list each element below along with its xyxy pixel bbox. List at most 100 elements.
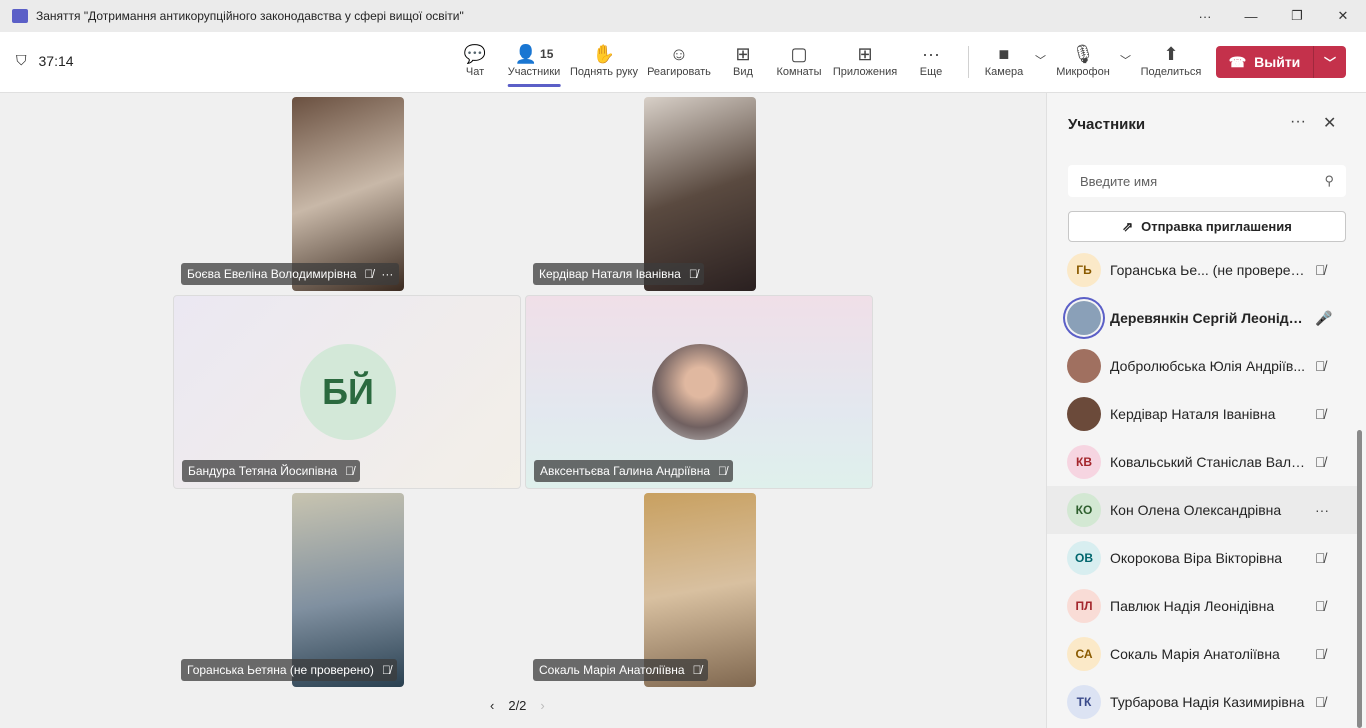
participant-list-item[interactable]: СА Сокаль Марія Анатоліївна 🎙̸	[1047, 630, 1357, 678]
participant-list: ГЬ Горанська Ье... (не проверено) 🎙̸ Деревя…	[1047, 246, 1357, 726]
participant-name: Кердівар Наталя Іванівна	[1110, 406, 1276, 422]
camera-options-chevron-icon[interactable]: ﹀	[1035, 52, 1046, 68]
participant-name-tag: Боєва Евеліна Володимирівна 🎙̸ ···	[181, 263, 400, 285]
participant-name: Кердівар Наталя Іванівна	[539, 267, 681, 281]
participant-name-tag: Сокаль Марія Анатоліївна 🎙̸	[533, 659, 708, 681]
participant-list-item[interactable]: ГЬ Горанська Ье... (не проверено) 🎙̸	[1047, 246, 1357, 294]
shield-icon: ⛉	[16, 52, 27, 68]
participant-avatar: ПЛ	[1067, 589, 1101, 623]
close-window-button[interactable]: ✕	[1320, 0, 1366, 32]
participant-name: Горанська Ье... (не проверено)	[1110, 262, 1310, 278]
participant-avatar: ТК	[1067, 685, 1101, 719]
toolbar-button-2[interactable]: ✋ Поднять руку	[570, 42, 638, 79]
participant-list-item[interactable]: Кердівар Наталя Іванівна 🎙̸	[1047, 390, 1357, 438]
page-indicator: 2/2	[508, 698, 527, 713]
participant-search-input[interactable]: Введите имя ⚲	[1068, 165, 1346, 197]
restore-button[interactable]: ❐	[1274, 0, 1320, 32]
participant-name-tag: Кердівар Наталя Іванівна 🎙̸	[533, 263, 704, 285]
window-title: Заняття "Дотримання антикорупційного зак…	[36, 9, 464, 23]
participant-name: Павлюк Надія Леонідівна	[1110, 598, 1275, 614]
participant-avatar: КВ	[1067, 445, 1101, 479]
participant-avatar: ОВ	[1067, 541, 1101, 575]
search-icon: ⚲	[1324, 173, 1334, 188]
participant-name-tag: Авксентьєва Галина Андріївна 🎙̸	[534, 460, 734, 482]
window-more-button[interactable]: ···	[1182, 0, 1228, 32]
toolbar-button-5[interactable]: ▢ Комнаты	[777, 42, 822, 79]
mic-icon: 🎙	[1071, 43, 1095, 64]
participant-avatar: СА	[1067, 637, 1101, 671]
participant-tile[interactable]: Боєва Евеліна Володимирівна 🎙̸ ···	[181, 97, 404, 291]
hand-icon: ✋	[592, 43, 616, 64]
share-invite-icon: ⇗	[1122, 218, 1134, 234]
pager: ‹ 2/2 ›	[490, 698, 545, 713]
participant-name: Боєва Евеліна Володимирівна	[187, 267, 357, 281]
mic-off-icon: 🎙̸	[1315, 454, 1326, 470]
participant-tile[interactable]: Авксентьєва Галина Андріївна 🎙̸	[525, 295, 873, 489]
meeting-timer: 37:14	[38, 52, 74, 69]
invite-button[interactable]: ⇗ Отправка приглашения	[1068, 211, 1346, 242]
participant-tile[interactable]: Кердівар Наталя Іванівна 🎙̸	[533, 97, 756, 291]
mic-off-icon: 🎙̸	[1315, 646, 1326, 662]
toolbar-button-8[interactable]: ■ Камера	[984, 42, 1024, 79]
panel-more-button[interactable]: ···	[1290, 113, 1306, 131]
participant-avatar	[1067, 397, 1101, 431]
participant-list-item[interactable]: КО Кон Олена Олександрівна ···	[1047, 486, 1357, 534]
leave-button[interactable]: ☎ Выйти ﹀	[1216, 46, 1346, 78]
toolbar-button-3[interactable]: ☺ Реагировать	[647, 42, 711, 79]
participant-list-item[interactable]: Добролюбська Юлія Андріїв... 🎙̸	[1047, 342, 1357, 390]
mic-off-icon: 🎙̸	[1315, 262, 1326, 278]
share-icon: ⬆	[1163, 43, 1179, 64]
toolbar-button-4[interactable]: ⊞ Вид	[733, 42, 753, 79]
plus-icon: ⊞	[857, 43, 873, 64]
toolbar-button-1[interactable]: 👤 15 Участники	[507, 42, 561, 87]
mic-off-icon: 🎙̸	[1315, 406, 1326, 422]
tile-more-button[interactable]: ···	[381, 267, 393, 281]
toolbar-button-label: Поделиться	[1140, 66, 1202, 78]
toolbar-button-label: Чат	[465, 66, 485, 78]
mic-off-icon: 🎙̸	[1315, 358, 1326, 374]
leave-options-chevron-icon[interactable]: ﹀	[1314, 54, 1346, 71]
participant-tile[interactable]: Сокаль Марія Анатоліївна 🎙̸	[533, 493, 756, 687]
minimize-button[interactable]: —	[1228, 0, 1274, 32]
prev-page-icon[interactable]: ‹	[490, 698, 494, 713]
mic-options-chevron-icon[interactable]: ﹀	[1120, 52, 1131, 68]
participant-tile[interactable]: Горанська Ьетяна (не проверено) 🎙̸	[181, 493, 404, 687]
rooms-icon: ▢	[790, 43, 808, 64]
toolbar-button-label: Микрофон	[1056, 66, 1110, 78]
more-options-icon[interactable]: ···	[1315, 502, 1329, 518]
participant-list-item[interactable]: Деревянкін Сергій Леонідов... 🎤	[1047, 294, 1357, 342]
mic-off-icon: 🎙̸	[692, 663, 702, 677]
toolbar-button-9[interactable]: 🎙 Микрофон	[1056, 42, 1110, 79]
more-icon: ···	[922, 43, 940, 64]
participant-tile[interactable]: БЙ Бандура Тетяна Йосипівна 🎙̸	[173, 295, 521, 489]
participant-list-item[interactable]: ПЛ Павлюк Надія Леонідівна 🎙̸	[1047, 582, 1357, 630]
toolbar-button-7[interactable]: ··· Еще	[919, 42, 943, 79]
participant-name: Авксентьєва Галина Андріївна	[540, 464, 711, 478]
toolbar-button-label: Еще	[919, 66, 943, 78]
scrollbar[interactable]	[1357, 430, 1362, 728]
mic-off-icon: 🎙̸	[364, 267, 374, 281]
participant-list-item[interactable]: ТК Турбарова Надія Казимирівна 🎙̸	[1047, 678, 1357, 726]
people-icon: 👤	[514, 43, 538, 64]
toolbar-button-label: Участники	[507, 66, 561, 78]
toolbar-button-label: Вид	[733, 66, 753, 78]
panel-close-button[interactable]: ✕	[1323, 113, 1336, 133]
participants-count: 15	[540, 47, 554, 61]
next-page-icon[interactable]: ›	[540, 698, 544, 713]
mic-off-icon: 🎙̸	[381, 663, 391, 677]
toolbar-button-6[interactable]: ⊞ Приложения	[832, 42, 898, 79]
leave-label: Выйти	[1254, 54, 1301, 70]
participant-list-item[interactable]: КВ Ковальський Станіслав Вале... 🎙̸	[1047, 438, 1357, 486]
panel-title: Участники	[1068, 116, 1146, 133]
participant-avatar: КО	[1067, 493, 1101, 527]
toolbar-button-10[interactable]: ⬆ Поделиться	[1140, 42, 1202, 79]
participant-list-item[interactable]: ОВ Окорокова Віра Вікторівна 🎙̸	[1047, 534, 1357, 582]
toolbar-button-label: Приложения	[832, 66, 898, 78]
mic-off-icon: 🎙̸	[1315, 598, 1326, 614]
mic-off-icon: 🎙̸	[345, 464, 355, 478]
toolbar-button-label: Камера	[984, 66, 1024, 78]
toolbar-button-0[interactable]: 💬 Чат	[464, 42, 486, 79]
participant-photo	[652, 344, 748, 440]
participant-name: Турбарова Надія Казимирівна	[1110, 694, 1305, 710]
participant-avatar: ГЬ	[1067, 253, 1101, 287]
